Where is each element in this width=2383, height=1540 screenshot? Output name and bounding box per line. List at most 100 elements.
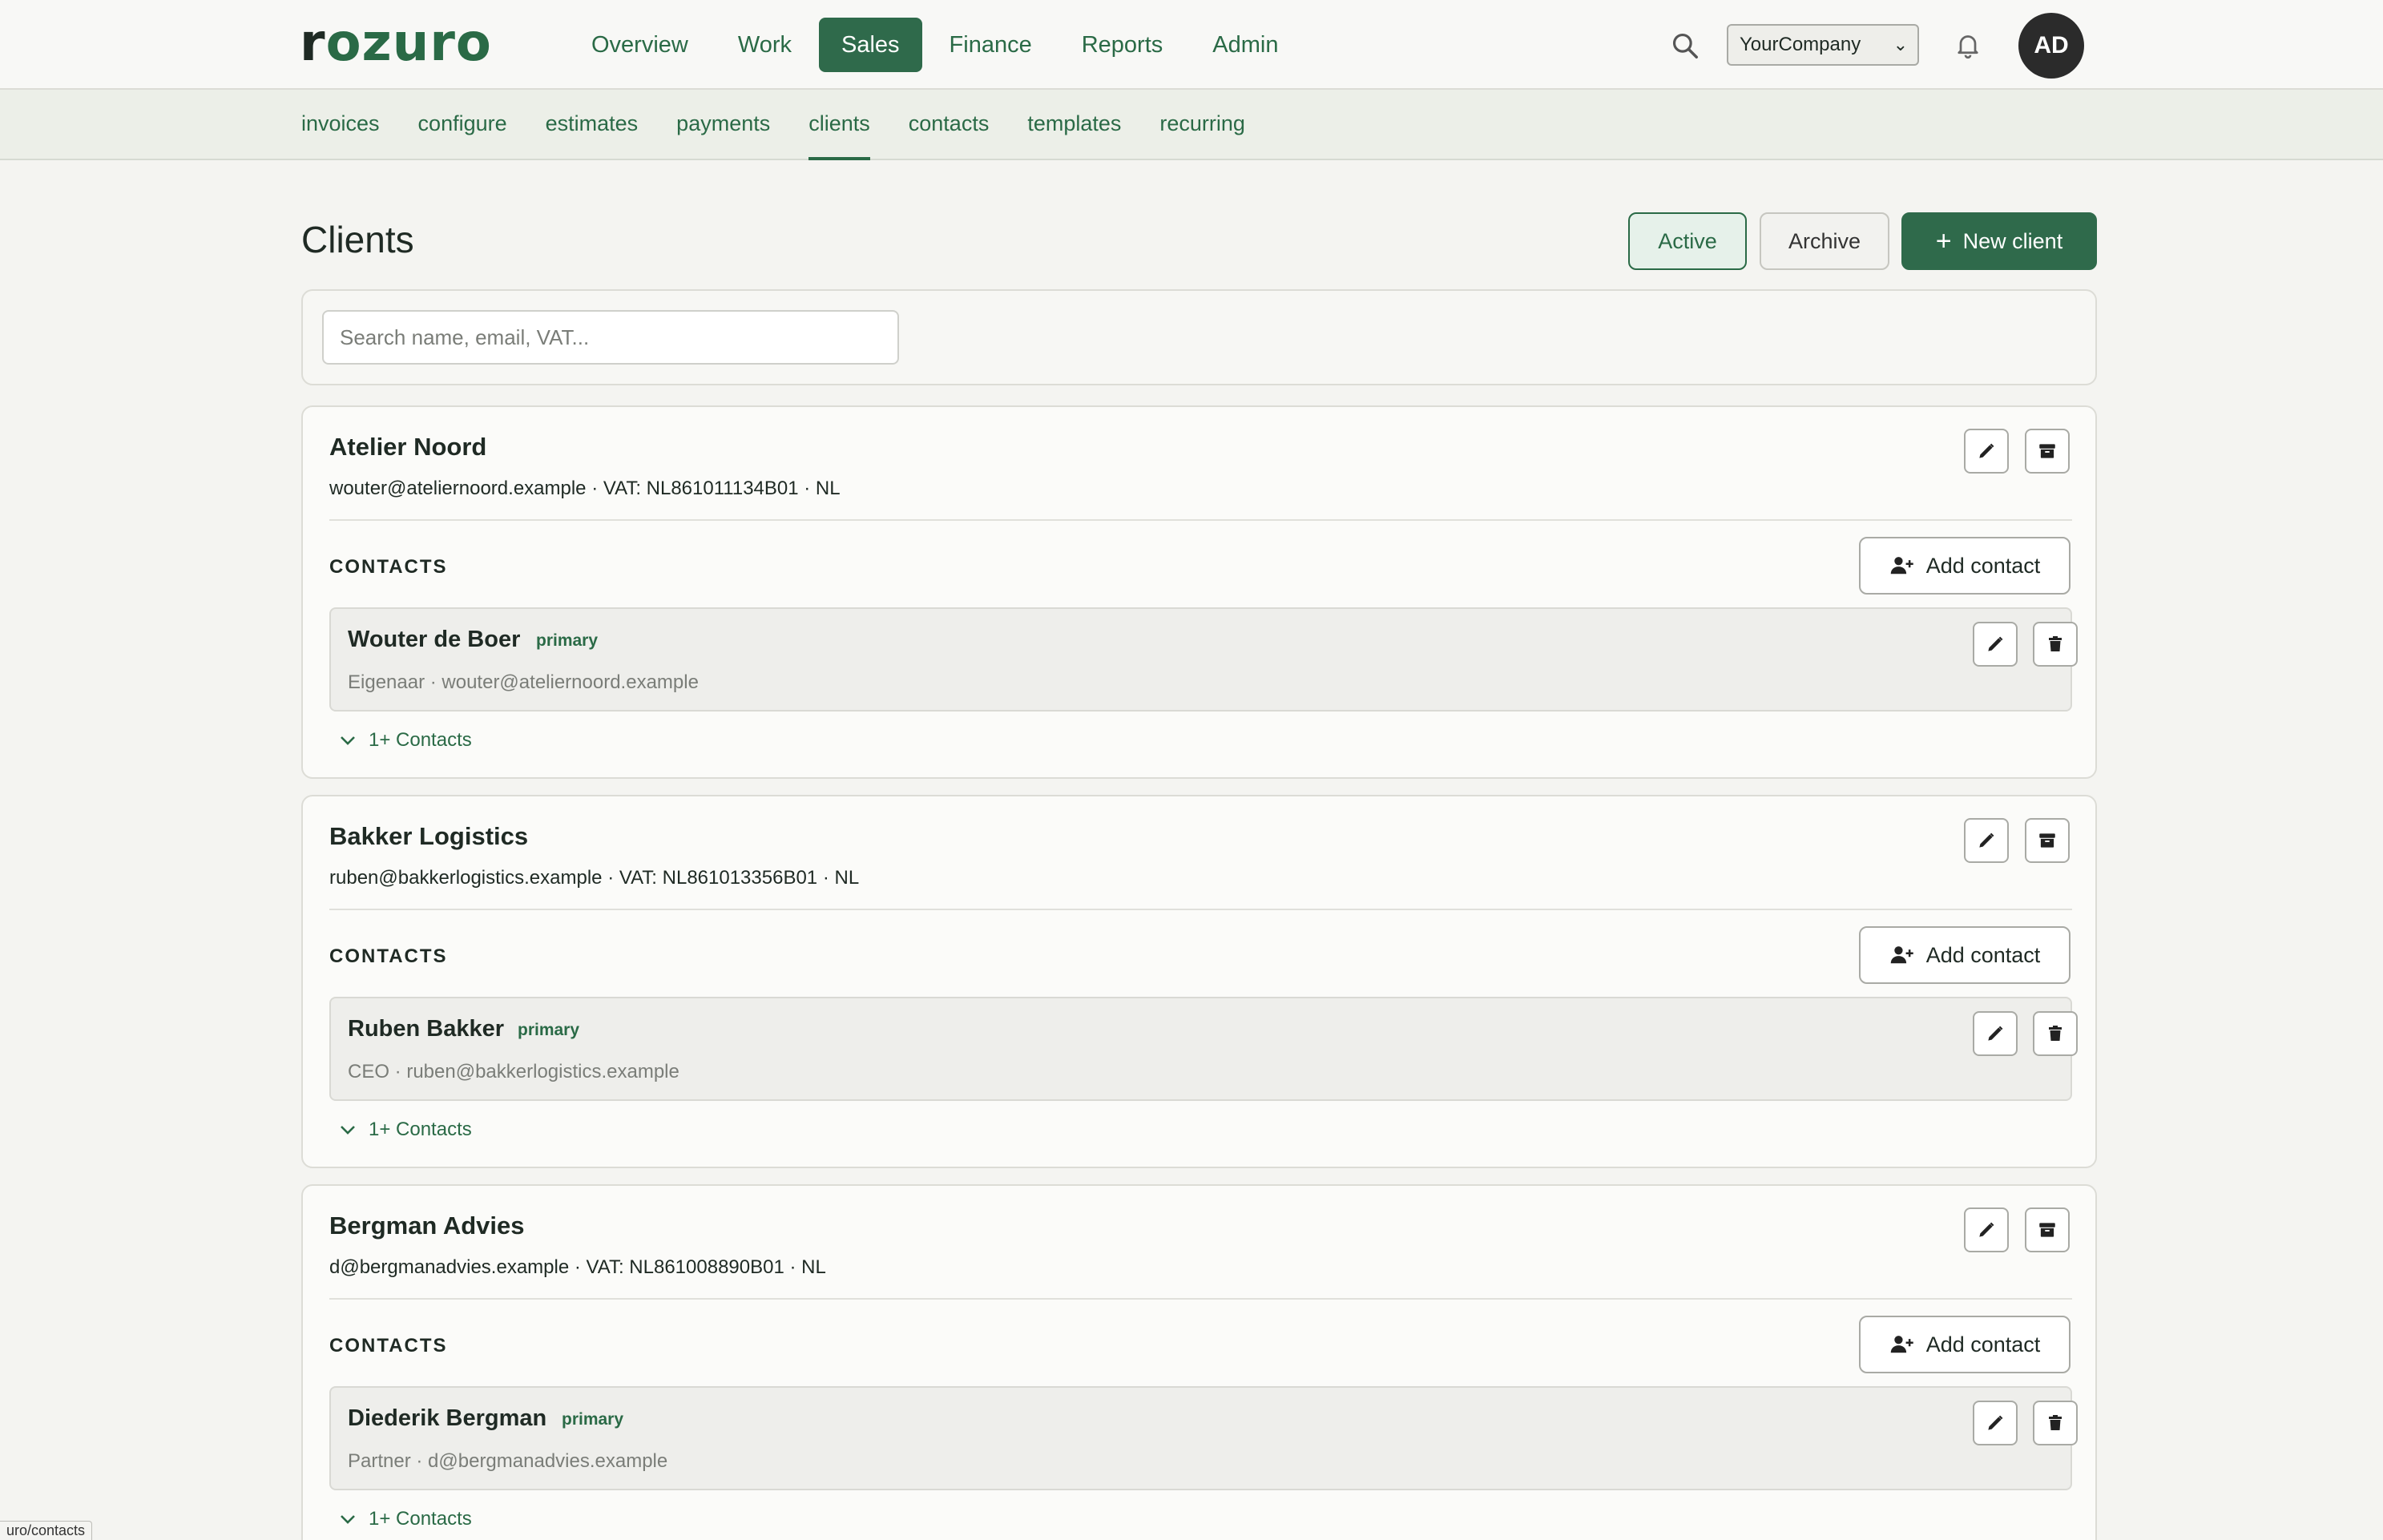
search-icon[interactable] bbox=[1670, 30, 1700, 61]
more-contacts-label: 1+ Contacts bbox=[369, 1119, 472, 1140]
archive-client-button[interactable] bbox=[2025, 429, 2070, 474]
top-navbar: rozuro Overview Work Sales Finance Repor… bbox=[0, 0, 2383, 90]
contacts-section-label: CONTACTS bbox=[329, 556, 448, 578]
more-contacts-label: 1+ Contacts bbox=[369, 729, 472, 751]
edit-contact-button[interactable] bbox=[1973, 1401, 2018, 1445]
delete-contact-button[interactable] bbox=[2033, 1401, 2078, 1445]
trash-icon bbox=[2049, 636, 2062, 651]
nav-admin[interactable]: Admin bbox=[1190, 18, 1300, 72]
status-url-hint: uro/contacts bbox=[0, 1521, 93, 1540]
client-meta: d@bergmanadvies.example · VAT: NL8610088… bbox=[329, 1256, 826, 1278]
subnav-recurring[interactable]: recurring bbox=[1159, 90, 1245, 160]
divider bbox=[329, 519, 2072, 521]
subnav-clients[interactable]: clients bbox=[808, 90, 870, 160]
contact-name: Diederik Bergman bbox=[348, 1405, 547, 1431]
pencil-icon bbox=[1988, 636, 2003, 651]
add-contact-label: Add contact bbox=[1925, 553, 2041, 578]
add-contact-button[interactable]: Add contact bbox=[1859, 1316, 2071, 1373]
contact-meta: CEO · ruben@bakkerlogistics.example bbox=[348, 1061, 679, 1082]
search-input[interactable] bbox=[322, 310, 899, 365]
sub-nav: invoices configure estimates payments cl… bbox=[301, 90, 1245, 160]
more-contacts-label: 1+ Contacts bbox=[369, 1508, 472, 1530]
archive-icon bbox=[2039, 833, 2055, 848]
contact-row: Wouter de Boer primary Eigenaar · wouter… bbox=[329, 607, 2078, 712]
contact-row: Diederik Bergman primary Partner · d@ber… bbox=[329, 1386, 2078, 1490]
edit-client-button[interactable] bbox=[1964, 1207, 2009, 1252]
filter-archive-button[interactable]: Archive bbox=[1760, 212, 1889, 270]
edit-contact-button[interactable] bbox=[1973, 622, 2018, 667]
app-logo[interactable]: rozuro bbox=[300, 14, 492, 72]
user-plus-icon bbox=[1890, 557, 1913, 574]
chevron-down-icon bbox=[341, 1126, 355, 1135]
divider bbox=[329, 909, 2072, 910]
user-avatar[interactable]: AD bbox=[2018, 13, 2084, 79]
contacts-section-label: CONTACTS bbox=[329, 1335, 448, 1357]
delete-contact-button[interactable] bbox=[2033, 1011, 2078, 1056]
client-name: Bergman Advies bbox=[329, 1211, 525, 1240]
expand-contacts-toggle[interactable]: 1+ Contacts bbox=[338, 1119, 472, 1141]
contact-meta: Partner · d@bergmanadvies.example bbox=[348, 1450, 668, 1472]
pencil-icon bbox=[1988, 1026, 2003, 1041]
contact-meta: Eigenaar · wouter@ateliernoord.example bbox=[348, 671, 699, 693]
new-client-button[interactable]: + New client bbox=[1901, 212, 2097, 270]
plus-icon: + bbox=[1935, 226, 1952, 256]
trash-icon bbox=[2049, 1026, 2062, 1041]
subnav-contacts[interactable]: contacts bbox=[909, 90, 990, 160]
pencil-icon bbox=[1979, 832, 1994, 848]
nav-overview[interactable]: Overview bbox=[569, 18, 711, 72]
company-select[interactable]: YourCompany ⌄ bbox=[1727, 24, 1919, 66]
client-card: Bergman Advies d@bergmanadvies.example ·… bbox=[301, 1184, 2097, 1540]
nav-sales[interactable]: Sales bbox=[819, 18, 922, 72]
user-plus-icon bbox=[1890, 946, 1913, 964]
subnav-payments[interactable]: payments bbox=[676, 90, 770, 160]
client-meta: ruben@bakkerlogistics.example · VAT: NL8… bbox=[329, 867, 860, 889]
primary-badge: primary bbox=[518, 1021, 580, 1039]
bell-icon[interactable] bbox=[1954, 30, 1982, 59]
primary-badge: primary bbox=[562, 1410, 624, 1429]
page-title: Clients bbox=[301, 219, 414, 260]
nav-reports[interactable]: Reports bbox=[1059, 18, 1186, 72]
user-plus-icon bbox=[1890, 1336, 1913, 1353]
subnav-configure[interactable]: configure bbox=[418, 90, 507, 160]
edit-client-button[interactable] bbox=[1964, 818, 2009, 863]
pencil-icon bbox=[1988, 1415, 2003, 1430]
add-contact-button[interactable]: Add contact bbox=[1859, 537, 2071, 595]
expand-contacts-toggle[interactable]: 1+ Contacts bbox=[338, 729, 472, 752]
subnav-templates[interactable]: templates bbox=[1027, 90, 1121, 160]
edit-contact-button[interactable] bbox=[1973, 1011, 2018, 1056]
contact-row: Ruben Bakker primary CEO · ruben@bakkerl… bbox=[329, 997, 2078, 1101]
filter-active-button[interactable]: Active bbox=[1628, 212, 1747, 270]
add-contact-button[interactable]: Add contact bbox=[1859, 926, 2071, 984]
client-name: Atelier Noord bbox=[329, 433, 487, 461]
search-panel bbox=[301, 289, 2097, 385]
main-nav: Overview Work Sales Finance Reports Admi… bbox=[569, 18, 1300, 72]
chevron-down-icon: ⌄ bbox=[1893, 34, 1908, 54]
client-card: Bakker Logistics ruben@bakkerlogistics.e… bbox=[301, 795, 2097, 1168]
contact-name: Wouter de Boer bbox=[348, 627, 521, 652]
primary-badge: primary bbox=[536, 631, 599, 650]
add-contact-label: Add contact bbox=[1925, 1332, 2041, 1357]
client-meta: wouter@ateliernoord.example · VAT: NL861… bbox=[329, 478, 841, 499]
new-client-label: New client bbox=[1962, 229, 2063, 253]
nav-finance[interactable]: Finance bbox=[927, 18, 1054, 72]
company-select-value: YourCompany bbox=[1740, 34, 1861, 55]
archive-client-button[interactable] bbox=[2025, 818, 2070, 863]
add-contact-label: Add contact bbox=[1925, 942, 2041, 967]
expand-contacts-toggle[interactable]: 1+ Contacts bbox=[338, 1508, 472, 1530]
subnav-invoices[interactable]: invoices bbox=[301, 90, 380, 160]
sub-navbar: invoices configure estimates payments cl… bbox=[0, 90, 2383, 160]
archive-icon bbox=[2039, 444, 2055, 458]
archive-icon bbox=[2039, 1223, 2055, 1237]
client-name: Bakker Logistics bbox=[329, 822, 529, 850]
trash-icon bbox=[2049, 1415, 2062, 1430]
chevron-down-icon bbox=[341, 1515, 355, 1524]
delete-contact-button[interactable] bbox=[2033, 622, 2078, 667]
archive-client-button[interactable] bbox=[2025, 1207, 2070, 1252]
divider bbox=[329, 1298, 2072, 1300]
client-card: Atelier Noord wouter@ateliernoord.exampl… bbox=[301, 405, 2097, 779]
pencil-icon bbox=[1979, 1222, 1994, 1237]
contact-name: Ruben Bakker bbox=[348, 1016, 505, 1042]
edit-client-button[interactable] bbox=[1964, 429, 2009, 474]
nav-work[interactable]: Work bbox=[716, 18, 814, 72]
subnav-estimates[interactable]: estimates bbox=[546, 90, 639, 160]
